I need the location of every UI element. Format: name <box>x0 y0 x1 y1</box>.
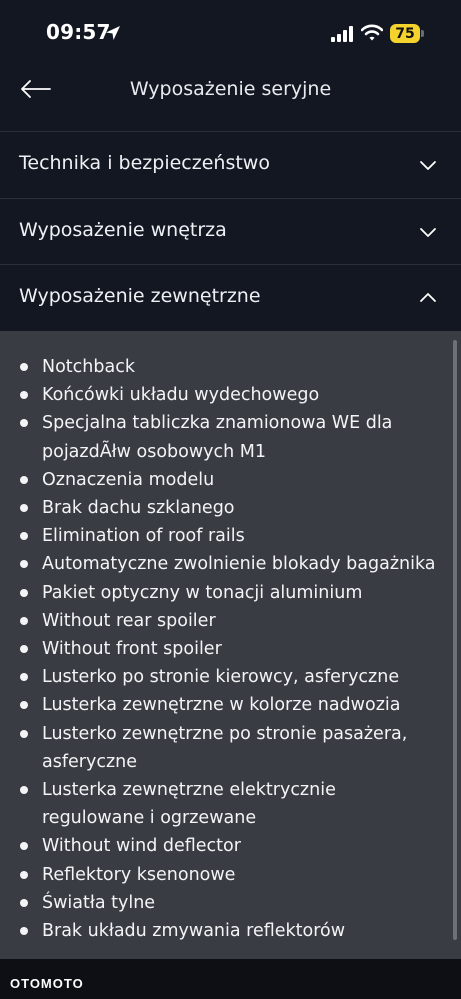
list-item: Elimination of roof rails <box>0 522 461 550</box>
list-item: Końcówki układu wydechowego <box>0 381 461 409</box>
list-item: Lusterko zewnętrzne po stronie pasażera,… <box>0 720 461 776</box>
otomoto-logo: OTOMOTO <box>10 976 84 991</box>
list-item: Brak dachu szklanego <box>0 494 461 522</box>
section-zewnetrzne[interactable]: Wyposażenie zewnętrzne <box>0 265 461 331</box>
list-item: Without rear spoiler <box>0 607 461 635</box>
battery-level: 75 <box>395 25 415 42</box>
location-arrow-icon <box>106 26 120 40</box>
list-item: Reflektory ksenonowe <box>0 861 461 889</box>
battery-cap <box>421 30 424 37</box>
list-item: Specjalna tabliczka znamionowa WE dla po… <box>0 409 461 465</box>
list-item: Oznaczenia modelu <box>0 466 461 494</box>
section-label: Technika i bezpieczeństwo <box>19 152 270 174</box>
page-title: Wyposażenie seryjne <box>129 78 332 100</box>
list-item: Lusterka zewnętrzne w kolorze nadwozia <box>0 691 461 719</box>
section-technika[interactable]: Technika i bezpieczeństwo <box>0 132 461 198</box>
equipment-list: Notchback Końcówki układu wydechowego Sp… <box>0 353 461 945</box>
status-time: 09:57 <box>46 20 111 44</box>
list-item: Brak układu zmywania reflektorów <box>0 917 461 945</box>
wifi-icon <box>361 24 383 41</box>
list-item: Notchback <box>0 353 461 381</box>
chevron-up-icon <box>420 293 436 302</box>
list-item: Światła tylne <box>0 889 461 917</box>
list-item: Pakiet optyczny w tonacji aluminium <box>0 579 461 607</box>
section-label: Wyposażenie wnętrza <box>19 219 227 241</box>
chevron-down-icon <box>420 228 436 237</box>
section-label: Wyposażenie zewnętrzne <box>19 285 261 307</box>
list-item: Lusterka zewnętrzne elektrycznie regulow… <box>0 776 461 832</box>
status-bar: 09:57 75 <box>0 0 461 68</box>
footer: OTOMOTO <box>0 959 461 999</box>
battery-icon: 75 <box>390 24 420 43</box>
list-item: Without front spoiler <box>0 635 461 663</box>
list-item: Lusterko po stronie kierowcy, asferyczne <box>0 663 461 691</box>
section-wnetrza[interactable]: Wyposażenie wnętrza <box>0 199 461 265</box>
list-item: Without wind deflector <box>0 832 461 860</box>
chevron-down-icon <box>420 161 436 170</box>
list-item: Automatyczne zwolnienie blokady bagażnik… <box>0 550 461 578</box>
signal-icon <box>331 26 353 42</box>
header: Wyposażenie seryjne <box>0 68 461 131</box>
